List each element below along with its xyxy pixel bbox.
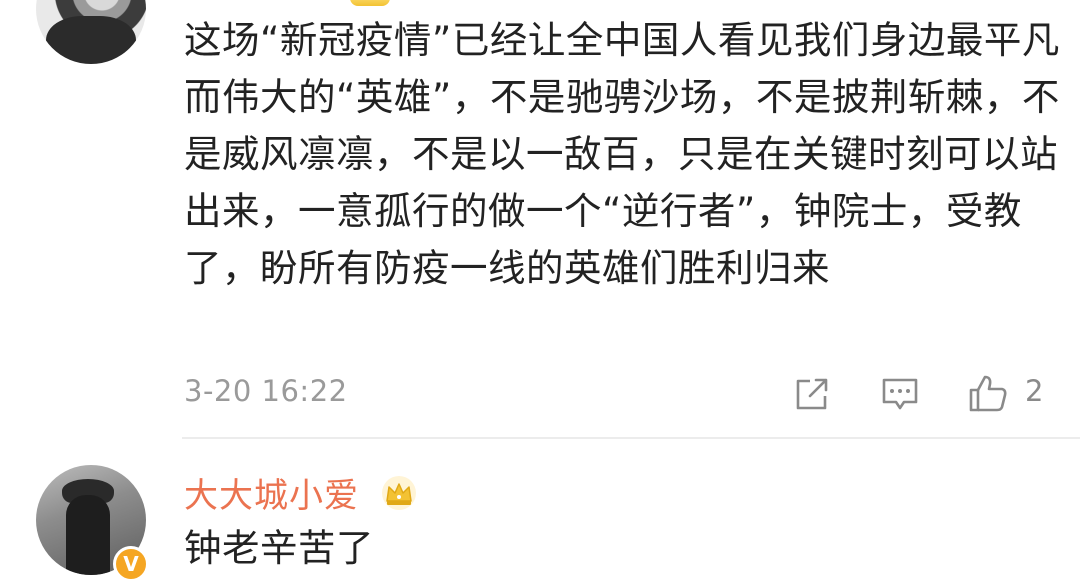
share-icon[interactable] (790, 372, 834, 416)
avatar-figure (66, 495, 110, 575)
like-count: 2 (1025, 374, 1044, 408)
avatar[interactable] (36, 0, 146, 64)
verified-icon: V (113, 546, 149, 582)
crown-icon[interactable] (380, 474, 418, 512)
comment-text: 钟老辛苦了 (184, 526, 374, 570)
comment-timestamp: 3-20 16:22 (184, 374, 348, 408)
comment-feed: 这场“新冠疫情”已经让全中国人看见我们身边最平凡而伟大的“英雄”，不是驰骋沙场，… (0, 0, 1080, 587)
reply-icon[interactable] (878, 372, 922, 416)
username-link[interactable]: 大大城小爱 (184, 468, 359, 517)
comment-text: 这场“新冠疫情”已经让全中国人看见我们身边最平凡而伟大的“英雄”，不是驰骋沙场，… (184, 18, 1060, 290)
divider (182, 437, 1080, 439)
crown-icon (350, 0, 390, 6)
like-icon[interactable] (966, 372, 1010, 416)
